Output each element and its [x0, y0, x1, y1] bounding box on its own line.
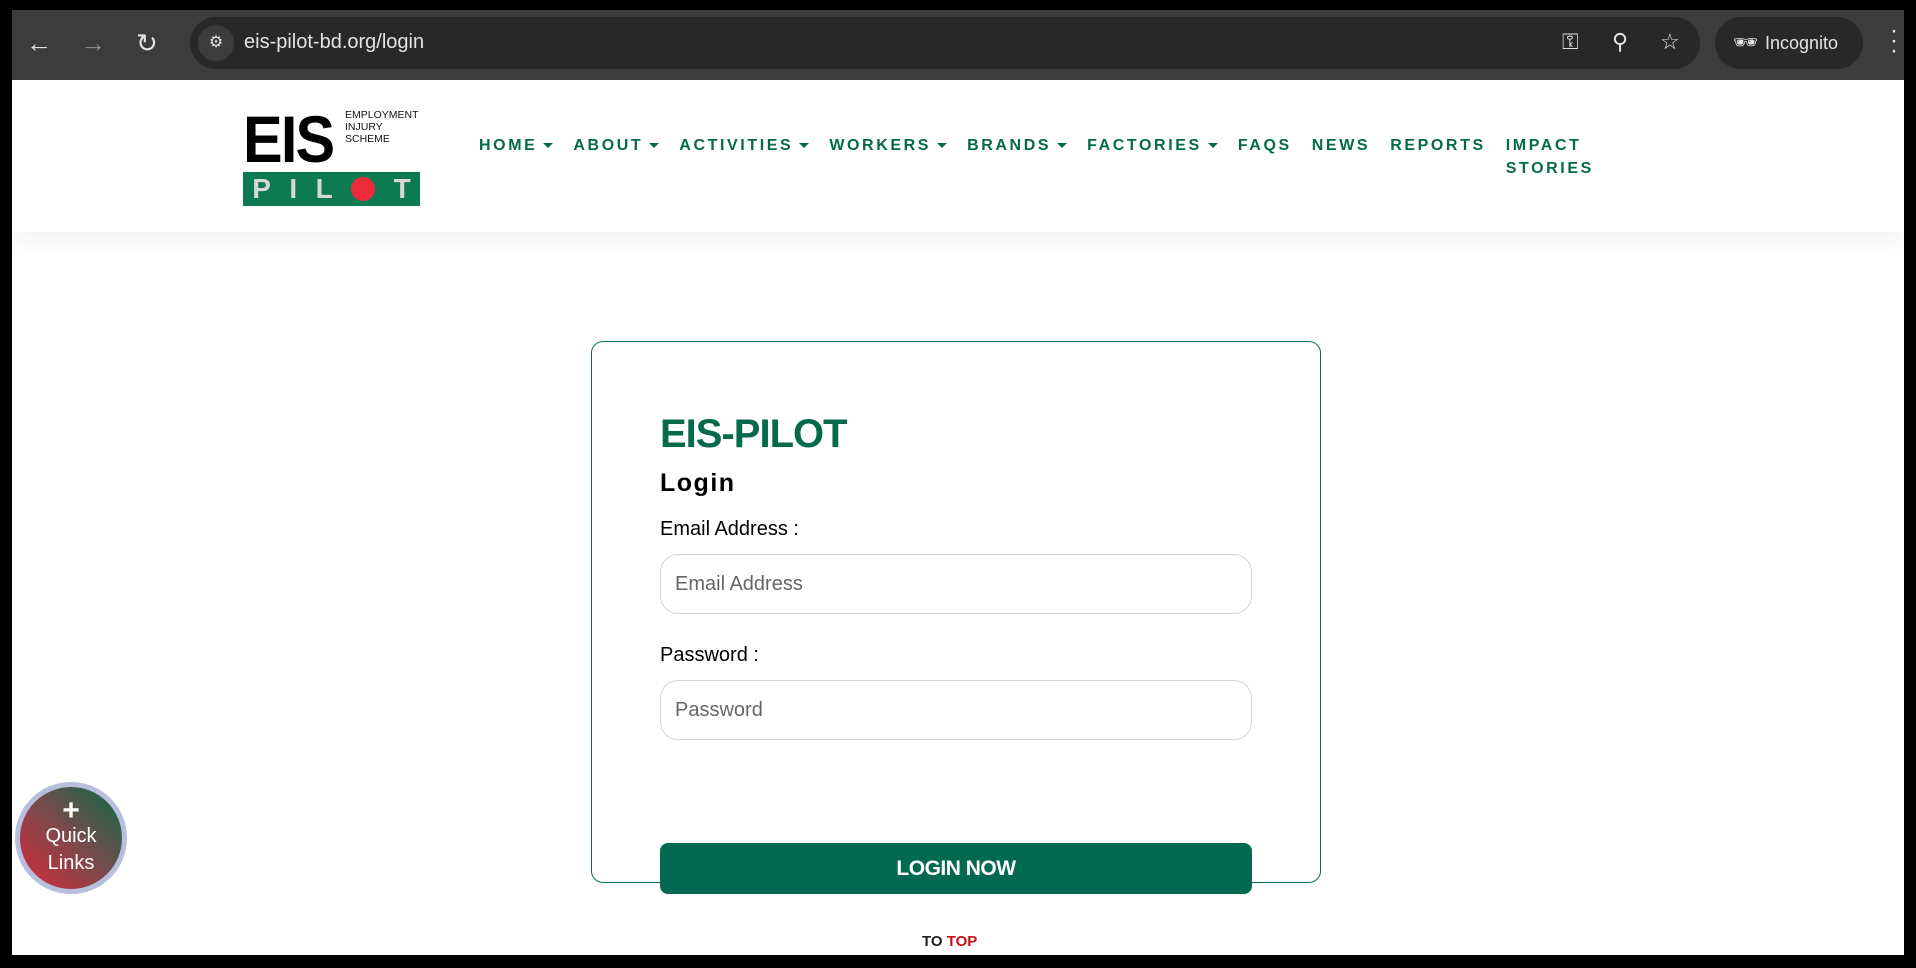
address-bar[interactable]: ⚙ eis-pilot-bd.org/login ⚿ ⚲ ☆ [190, 17, 1700, 69]
caret-down-icon [937, 143, 948, 149]
nav-label: FACTORIES [1087, 137, 1202, 154]
key-icon[interactable]: ⚿ [1562, 29, 1579, 55]
logo-letter: P [252, 173, 271, 204]
nav-brands[interactable]: BRANDS [967, 134, 1068, 180]
nav-impact-stories[interactable]: IMPACT STORIES [1506, 134, 1594, 180]
logo-tagline: EMPLOYMENT INJURY SCHEME [345, 109, 419, 145]
logo-letter: L [315, 173, 333, 204]
nav-label: NEWS [1311, 137, 1371, 154]
nav-reports[interactable]: REPORTS [1390, 134, 1486, 180]
nav-label: ABOUT [573, 137, 644, 154]
logo-red-dot [351, 177, 376, 201]
caret-down-icon [799, 143, 810, 149]
nav-home[interactable]: HOME [479, 134, 554, 180]
caret-down-icon [1057, 143, 1068, 149]
nav-factories[interactable]: FACTORIES [1087, 134, 1218, 180]
nav-about[interactable]: ABOUT [573, 134, 660, 180]
nav-label: FAQS [1237, 137, 1292, 154]
site-header: EIS EMPLOYMENT INJURY SCHEME P I L T HOM… [12, 80, 1904, 232]
logo-letter: T [393, 173, 411, 204]
menu-icon[interactable]: · · · [1890, 19, 1898, 63]
url-text[interactable]: eis-pilot-bd.org/login [244, 31, 424, 54]
quick-links-label: Links [47, 852, 95, 874]
quick-links-label: Quick [45, 825, 97, 847]
email-input[interactable] [660, 554, 1252, 614]
nav-label: REPORTS [1390, 137, 1486, 154]
logo-line: EMPLOYMENT [345, 109, 419, 121]
incognito-button[interactable]: 🕶 Incognito [1715, 17, 1863, 69]
nav-label: BRANDS [967, 137, 1052, 154]
password-label: Password : [660, 644, 759, 666]
to-top-text: TOP [946, 933, 978, 950]
site-settings-icon[interactable]: ⚙ [198, 25, 234, 61]
logo-eis: EIS [243, 102, 335, 176]
logo-letter: I [289, 173, 298, 204]
logo-line: SCHEME [345, 133, 390, 145]
nav-workers[interactable]: WORKERS [829, 134, 948, 180]
zoom-icon[interactable]: ⚲ [1612, 29, 1628, 55]
forward-icon[interactable]: → [80, 30, 106, 56]
plus-icon: + [62, 794, 80, 827]
login-subtitle: Login [660, 469, 736, 497]
caret-down-icon [649, 143, 660, 149]
to-top-text: TO [922, 933, 943, 950]
password-input[interactable] [660, 680, 1252, 740]
nav-label: HOME [479, 137, 538, 154]
reload-icon[interactable]: ↻ [136, 30, 158, 56]
nav-label: ACTIVITIES [679, 137, 794, 154]
logo-line: INJURY [345, 121, 383, 133]
incognito-icon: 🕶 [1733, 32, 1759, 54]
logo-pilot: P I L T [243, 172, 420, 206]
site-logo[interactable]: EIS EMPLOYMENT INJURY SCHEME P I L T [243, 102, 421, 206]
back-icon[interactable]: ← [26, 30, 52, 56]
web-page: EIS EMPLOYMENT INJURY SCHEME P I L T HOM… [12, 80, 1904, 955]
incognito-label: Incognito [1765, 33, 1839, 53]
login-button[interactable]: LOGIN NOW [660, 843, 1252, 894]
main-nav: HOME ABOUT ACTIVITIES WORKERS BRANDS FAC… [479, 134, 1614, 180]
caret-down-icon [1207, 143, 1218, 149]
screen: ← → ↻ ⚙ eis-pilot-bd.org/login ⚿ ⚲ ☆ 🕶 I… [0, 0, 1916, 968]
nav-label: IMPACT [1505, 137, 1582, 154]
browser-toolbar: ← → ↻ ⚙ eis-pilot-bd.org/login ⚿ ⚲ ☆ 🕶 I… [12, 10, 1904, 80]
quick-links-button[interactable]: + Quick Links [15, 782, 127, 894]
nav-label: WORKERS [829, 137, 932, 154]
caret-down-icon [543, 143, 554, 149]
to-top-link[interactable]: TO TOP [922, 933, 977, 950]
nav-news[interactable]: NEWS [1312, 134, 1370, 180]
nav-label: STORIES [1505, 160, 1594, 177]
login-title: EIS-PILOT [660, 412, 848, 456]
email-label: Email Address : [660, 518, 799, 540]
star-icon[interactable]: ☆ [1660, 29, 1680, 55]
nav-activities[interactable]: ACTIVITIES [679, 134, 810, 180]
login-card: EIS-PILOT Login Email Address : Password… [591, 341, 1321, 894]
nav-faqs[interactable]: FAQS [1238, 134, 1292, 180]
